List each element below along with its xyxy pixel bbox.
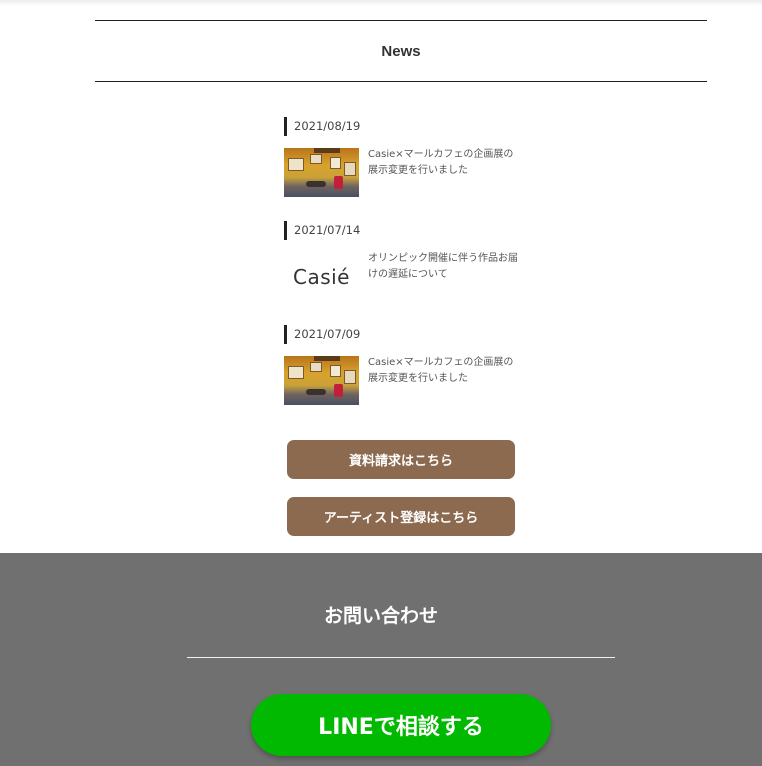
line-consult-button[interactable]: LINEで相談する: [251, 694, 551, 756]
news-title-link[interactable]: Casie×マールカフェの企画展の展示変更を行いました: [368, 147, 518, 197]
artist-signup-button[interactable]: アーティスト登録はこちら: [287, 497, 515, 536]
news-item[interactable]: 2021/07/09 Casie×マールカフェの企画展の展示変更を行いました: [284, 325, 524, 405]
news-thumbnail[interactable]: [284, 356, 359, 405]
casie-logo: Casié: [292, 264, 350, 289]
news-item[interactable]: 2021/08/19 Casie×マールカフェの企画展の展示変更を行いました: [284, 117, 524, 197]
news-heading: News: [95, 20, 707, 82]
news-date: 2021/07/09: [284, 325, 524, 344]
contact-divider: [187, 657, 615, 658]
request-docs-button[interactable]: 資料請求はこちら: [287, 440, 515, 479]
contact-title: お問い合わせ: [323, 605, 438, 627]
news-title-link[interactable]: オリンピック開催に伴う作品お届けの遅延について: [368, 251, 518, 301]
news-thumbnail[interactable]: [284, 148, 359, 197]
news-date: 2021/07/14: [284, 221, 524, 240]
news-title-link[interactable]: Casie×マールカフェの企画展の展示変更を行いました: [368, 355, 518, 405]
news-item[interactable]: 2021/07/14 Casié オリンピック開催に伴う作品お届けの遅延について: [284, 221, 524, 301]
news-thumbnail-logo[interactable]: Casié: [284, 252, 359, 301]
news-date: 2021/08/19: [284, 117, 524, 136]
contact-section: お問い合わせ LINEで相談する: [0, 553, 762, 766]
top-shadow: [0, 0, 762, 6]
news-heading-text: News: [381, 42, 421, 60]
